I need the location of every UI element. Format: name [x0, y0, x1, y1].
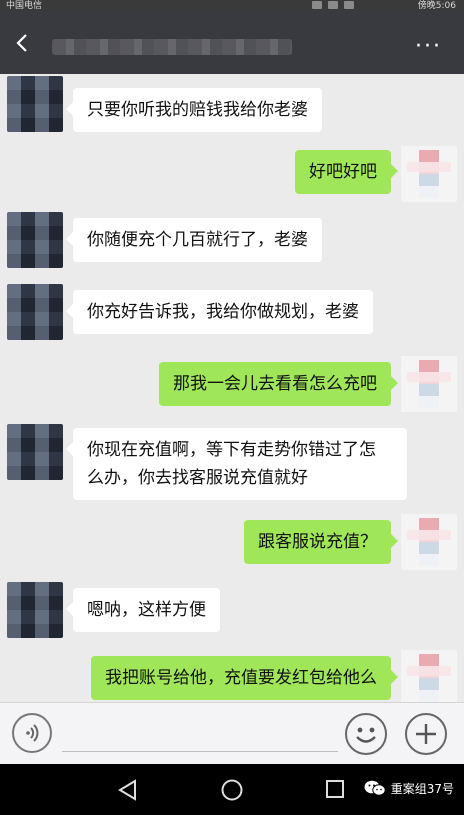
plus-icon[interactable]: [405, 713, 447, 755]
wechat-icon: [364, 780, 386, 796]
contact-name-blurred: [52, 39, 292, 55]
emoji-icon[interactable]: [345, 713, 387, 755]
message-line: 么办，你去找客服说充值就好: [87, 468, 308, 488]
message-bubble-right: 跟客服说充值？: [244, 520, 398, 564]
self-avatar[interactable]: [401, 650, 457, 702]
system-navigation-bar: 重案组37号: [0, 764, 464, 815]
input-bar: [0, 702, 464, 765]
home-circle-icon[interactable]: [220, 778, 244, 806]
back-triangle-icon[interactable]: [116, 778, 138, 806]
self-avatar[interactable]: [401, 146, 457, 202]
signal-icon: [328, 1, 338, 9]
message-line: 你现在充值啊，等下有走势你错过了怎: [87, 440, 376, 460]
message-bubble-left: 你充好告诉我，我给你做规划，老婆: [66, 290, 373, 334]
contact-avatar[interactable]: [7, 212, 63, 268]
watermark-label: 重案组37号: [390, 781, 454, 796]
contact-avatar[interactable]: [7, 284, 63, 340]
status-time: 傍晚5:06: [417, 1, 456, 11]
more-icon[interactable]: ···: [415, 36, 442, 58]
self-avatar[interactable]: [401, 514, 457, 570]
voice-icon[interactable]: [12, 713, 52, 753]
contact-avatar[interactable]: [7, 424, 63, 480]
message-bubble-right: 那我一会儿去看看怎么充吧: [159, 362, 398, 406]
carrier-label: 中国电信: [6, 1, 43, 11]
contact-avatar[interactable]: [7, 582, 63, 638]
message-bubble-left: 你随便充个几百就行了，老婆: [66, 218, 322, 262]
back-arrow-icon[interactable]: [12, 32, 34, 54]
chat-area[interactable]: 只要你听我的赔钱我给你老婆 好吧好吧 你随便充个几百就行了，老婆 你充好告诉我，…: [0, 74, 464, 702]
status-bar: 中国电信 傍晚5:06: [0, 0, 464, 12]
wifi-icon: [312, 1, 322, 9]
watermark: 重案组37号: [364, 779, 454, 797]
contact-avatar[interactable]: [7, 76, 63, 132]
battery-icon: [344, 1, 354, 9]
message-input[interactable]: [62, 751, 338, 752]
message-bubble-right: 好吧好吧: [295, 150, 398, 194]
chat-header: ···: [0, 12, 464, 74]
message-bubble-left: 只要你听我的赔钱我给你老婆: [66, 88, 322, 132]
recents-square-icon[interactable]: [324, 778, 346, 804]
self-avatar[interactable]: [401, 356, 457, 412]
message-bubble-left: 嗯呐，这样方便: [66, 588, 220, 632]
message-bubble-left: 你现在充值啊，等下有走势你错过了怎 么办，你去找客服说充值就好: [66, 428, 407, 500]
status-icons: [312, 1, 354, 9]
message-bubble-right: 我把账号给他，充值要发红包给他么: [91, 656, 398, 700]
